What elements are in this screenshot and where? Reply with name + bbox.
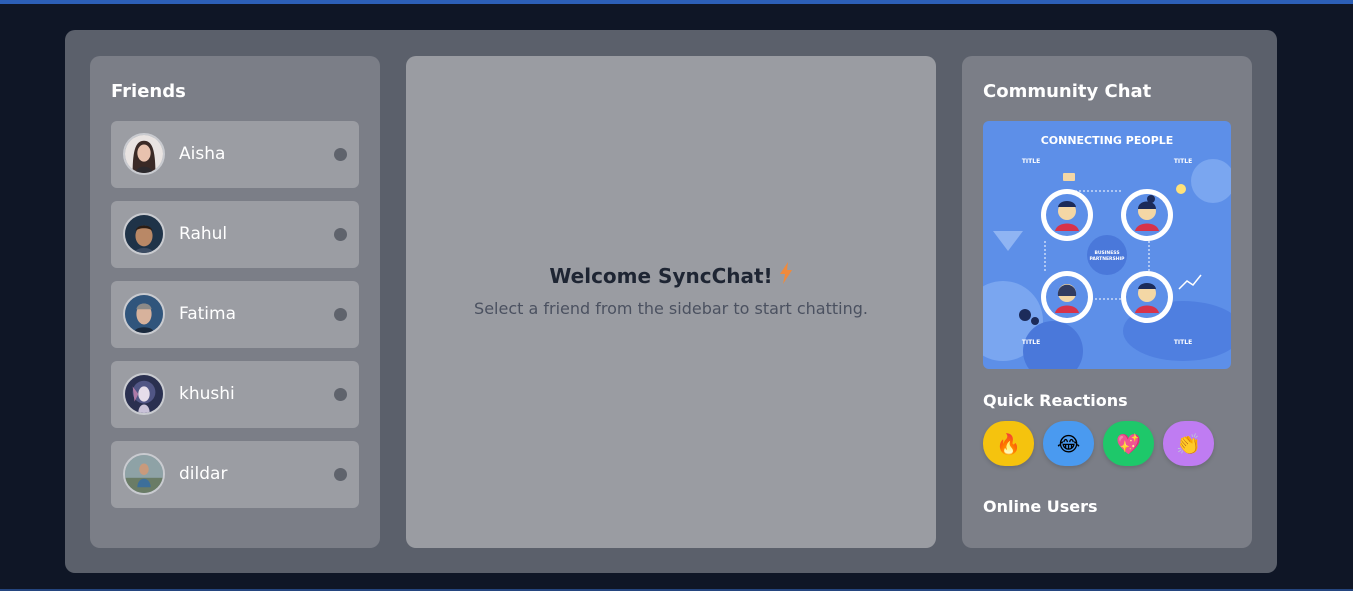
reaction-clap-button[interactable]: 👏 (1163, 421, 1214, 466)
online-users-title: Online Users (983, 497, 1098, 516)
laughing-face-icon: 😂 (1056, 431, 1081, 456)
avatar (123, 293, 165, 335)
status-dot (334, 148, 347, 161)
welcome-title-text: Welcome SyncChat! (549, 263, 773, 288)
avatar (123, 453, 165, 495)
quick-reactions-title: Quick Reactions (983, 391, 1128, 410)
fire-icon: 🔥 (996, 431, 1021, 456)
avatar (123, 213, 165, 255)
friend-item-rahul[interactable]: Rahul (111, 201, 359, 268)
community-title: Community Chat (983, 81, 1152, 102)
lightning-icon (779, 262, 793, 289)
friend-name: Rahul (179, 224, 228, 244)
clapping-hands-icon: 👏 (1176, 431, 1201, 456)
community-panel: Community Chat CONNECTING PEOPLE TITLE T… (962, 56, 1252, 548)
illustration-center-label: PARTNERSHIP (1090, 256, 1126, 262)
illustration-heading: CONNECTING PEOPLE (1041, 134, 1174, 147)
chat-area: Welcome SyncChat! Select a friend from t… (406, 56, 936, 548)
friend-name: Fatima (179, 304, 237, 324)
friends-title: Friends (111, 81, 186, 102)
friend-name: khushi (179, 384, 235, 404)
friend-item-fatima[interactable]: Fatima (111, 281, 359, 348)
friend-item-dildar[interactable]: dildar (111, 441, 359, 508)
reaction-laugh-button[interactable]: 😂 (1043, 421, 1094, 466)
friend-item-aisha[interactable]: Aisha (111, 121, 359, 188)
sparkling-heart-icon: 💖 (1116, 431, 1141, 456)
status-dot (334, 468, 347, 481)
quick-reactions: 🔥 😂 💖 👏 (983, 421, 1231, 466)
top-accent-bar (0, 0, 1353, 4)
friend-name: Aisha (179, 144, 226, 164)
status-dot (334, 308, 347, 321)
community-illustration: CONNECTING PEOPLE TITLE TITLE TITLE TITL… (983, 121, 1231, 369)
app-container: Friends Aisha Rahul Fatima khushi dildar… (65, 30, 1277, 573)
illustration-center-label: BUSINESS (1094, 250, 1119, 256)
reaction-heart-button[interactable]: 💖 (1103, 421, 1154, 466)
friend-name: dildar (179, 464, 228, 484)
illustration-label: TITLE (1174, 339, 1192, 346)
illustration-label: TITLE (1174, 158, 1192, 165)
welcome-title: Welcome SyncChat! (549, 262, 792, 289)
friend-item-khushi[interactable]: khushi (111, 361, 359, 428)
friends-sidebar: Friends Aisha Rahul Fatima khushi dildar (90, 56, 380, 548)
status-dot (334, 228, 347, 241)
welcome-subtitle: Select a friend from the sidebar to star… (474, 299, 868, 318)
illustration-label: TITLE (1022, 158, 1040, 165)
avatar (123, 133, 165, 175)
reaction-fire-button[interactable]: 🔥 (983, 421, 1034, 466)
status-dot (334, 388, 347, 401)
avatar (123, 373, 165, 415)
illustration-label: TITLE (1022, 339, 1040, 346)
